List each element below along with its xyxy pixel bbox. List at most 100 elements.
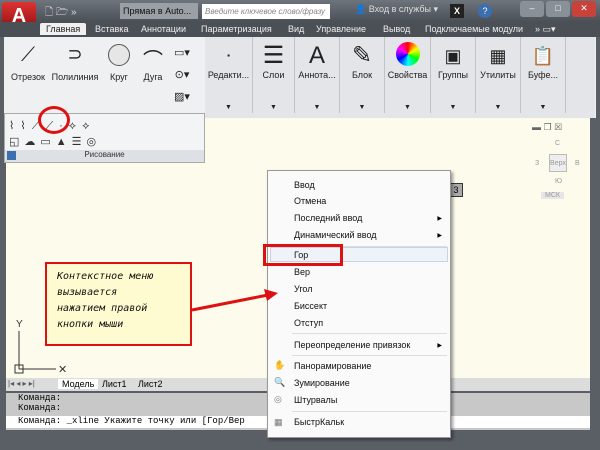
circle-label: Круг — [110, 72, 128, 82]
arc-icon: ⌒ — [143, 50, 163, 72]
svg-text:Y: Y — [16, 319, 23, 330]
tab-annotate[interactable]: Аннотации — [141, 24, 186, 34]
layers-icon: ☰ — [262, 42, 285, 69]
panel-label: Блок — [351, 70, 373, 80]
menu-item-recent-input[interactable]: Последний ввод — [294, 213, 362, 223]
callout-arrow — [191, 289, 278, 312]
panel-utilities[interactable]: ▦ Утилиты ▼ — [476, 37, 521, 113]
menu-item-angle[interactable]: Угол — [294, 284, 312, 294]
tab-plugins[interactable]: Подключаемые модули — [425, 24, 523, 34]
polyline-label: Полилиния — [51, 72, 99, 82]
tab-navigation-arrows[interactable]: |◂ ◂ ▸ ▸| — [8, 379, 35, 388]
panel-modify[interactable]: ▪ Редакти... ▼ — [205, 37, 253, 113]
panel-properties[interactable]: Свойства ▼ — [385, 37, 431, 113]
arc-tool[interactable]: ⌒ Дуга — [138, 44, 168, 82]
login-label: Вход в службы — [368, 4, 431, 14]
submenu-arrow-icon: ▶ — [437, 233, 442, 239]
panel-label: Свойства — [387, 70, 428, 80]
polyline-tool[interactable]: ⊃ Полилиния — [48, 44, 102, 82]
draw-panel-title: Рисование — [5, 150, 204, 162]
panel-label: Редакти... — [207, 70, 250, 80]
tab-parametric[interactable]: Параметризация — [201, 24, 272, 34]
quick-access-toolbar[interactable]: 🗋 🗁 » — [45, 5, 77, 22]
groups-icon: ▣ — [444, 46, 462, 66]
viewcube-east[interactable]: В — [575, 160, 580, 167]
arc-label: Дуга — [143, 72, 163, 82]
search-input[interactable]: Введите ключевое слово/фразу — [202, 4, 330, 19]
menu-item-dynamic-input[interactable]: Динамический ввод — [294, 230, 377, 240]
tab-manage[interactable]: Управление — [316, 24, 366, 34]
tab-insert[interactable]: Вставка — [95, 24, 128, 34]
text-a-icon: A — [308, 42, 325, 69]
menu-item-bisect[interactable]: Биссект — [294, 301, 327, 311]
context-menu: Ввод Отмена Последний ввод ▶ Динамический… — [263, 170, 451, 438]
menu-item-enter[interactable]: Ввод — [294, 180, 315, 190]
help-icon[interactable]: ? — [478, 4, 492, 18]
rectangle-ellipse-hatch-tools[interactable]: ▭▾ ⊙▾ ▨▾ — [170, 42, 194, 108]
tab-sheet2[interactable]: Лист2 — [134, 379, 167, 389]
menu-item-quickcalc[interactable]: БыстрКальк — [294, 417, 344, 427]
highlight-box — [263, 244, 343, 266]
panel-clipboard[interactable]: 📋 Буфе... ▼ — [521, 37, 566, 113]
viewcube-south[interactable]: Ю — [555, 178, 562, 185]
panel-block[interactable]: ✎ Блок ▼ — [340, 37, 385, 113]
circle-tool[interactable]: Круг — [104, 44, 134, 82]
user-icon: 👤 — [355, 4, 369, 14]
viewcube-west[interactable]: З — [535, 160, 539, 167]
annotation-callout: Контекстное меню вызывается нажатием пра… — [45, 262, 192, 346]
submenu-arrow-icon: ▶ — [437, 216, 442, 222]
maximize-button[interactable]: □ — [546, 1, 570, 17]
ribbon-tabs: Главная Вставка Аннотации Параметризация… — [0, 22, 600, 37]
submenu-arrow-icon: ▶ — [437, 343, 442, 349]
menu-item-snap-overrides[interactable]: Переопределение привязок — [294, 340, 410, 350]
panel-label: Аннота... — [298, 70, 336, 80]
viewcube-north[interactable]: С — [555, 140, 560, 147]
menu-item-zoom[interactable]: Зумирование — [294, 378, 350, 388]
tab-model[interactable]: Модель — [58, 379, 99, 389]
tab-sheet1[interactable]: Лист1 — [98, 379, 131, 389]
callout-line: нажатием правой — [57, 303, 148, 314]
menu-item-vertical[interactable]: Вер — [294, 267, 310, 277]
panel-groups[interactable]: ▣ Группы ▼ — [431, 37, 476, 113]
login-button[interactable]: 👤 Вход в службы ▾ — [355, 4, 438, 15]
rectangle-icon[interactable]: ▭▾ — [170, 42, 194, 64]
draw-tools-row2[interactable]: ◱☁▭▲☰◎ — [9, 135, 101, 148]
panel-layers[interactable]: ☰ Слои ▼ — [253, 37, 295, 113]
tab-home[interactable]: Главная — [40, 23, 87, 35]
ellipse-icon[interactable]: ⊙▾ — [170, 64, 194, 86]
polyline-icon: ⊃ — [67, 44, 83, 64]
menu-item-offset[interactable]: Отступ — [294, 318, 323, 328]
pin-icon[interactable] — [7, 151, 16, 160]
panel-label: Группы — [438, 70, 468, 80]
panel-annotation[interactable]: A Аннота... ▼ — [295, 37, 340, 113]
viewcube-top[interactable]: Верх — [549, 154, 567, 172]
callout-line: кнопки мыши — [57, 319, 124, 330]
line-label: Отрезок — [11, 72, 45, 82]
circle-icon — [108, 44, 130, 66]
menu-item-steering-wheels[interactable]: Штурвалы — [294, 395, 337, 405]
xline-tool-highlight — [38, 106, 70, 134]
ucs-menu[interactable]: МСК — [541, 192, 564, 199]
menu-item-pan[interactable]: Панорамирование — [294, 361, 371, 371]
document-title: Прямая в Auto... — [120, 3, 198, 19]
hatch-icon[interactable]: ▨▾ — [170, 86, 194, 108]
pan-icon: ✋ — [274, 360, 286, 370]
viewport-controls[interactable]: ▬ ❐ ☒ — [532, 122, 562, 133]
panel-label: Буфе... — [527, 70, 559, 80]
calculator-icon: ▦ — [489, 46, 507, 66]
close-button[interactable]: ✕ — [572, 1, 596, 17]
exchange-icon[interactable]: X — [450, 4, 464, 18]
menu-item-cancel[interactable]: Отмена — [294, 196, 326, 206]
tab-output[interactable]: Вывод — [383, 24, 410, 34]
more-tabs-icon[interactable]: » ▭▾ — [535, 24, 556, 35]
viewcube[interactable]: С З В Верх Ю МСК — [535, 140, 585, 210]
line-icon: ⟋ — [21, 44, 35, 66]
steering-wheel-icon: ◎ — [274, 394, 282, 404]
minimize-button[interactable]: – — [520, 1, 544, 17]
panel-label: Утилиты — [480, 70, 516, 80]
line-tool[interactable]: ⟋ Отрезок — [8, 44, 48, 82]
tab-view[interactable]: Вид — [288, 24, 304, 34]
color-wheel-icon — [385, 42, 430, 70]
draw-panel-expanded: ⌇⌇⟋⟋·⟡⟡ ◱☁▭▲☰◎ Рисование — [4, 113, 205, 163]
callout-line: Контекстное меню — [57, 271, 154, 282]
